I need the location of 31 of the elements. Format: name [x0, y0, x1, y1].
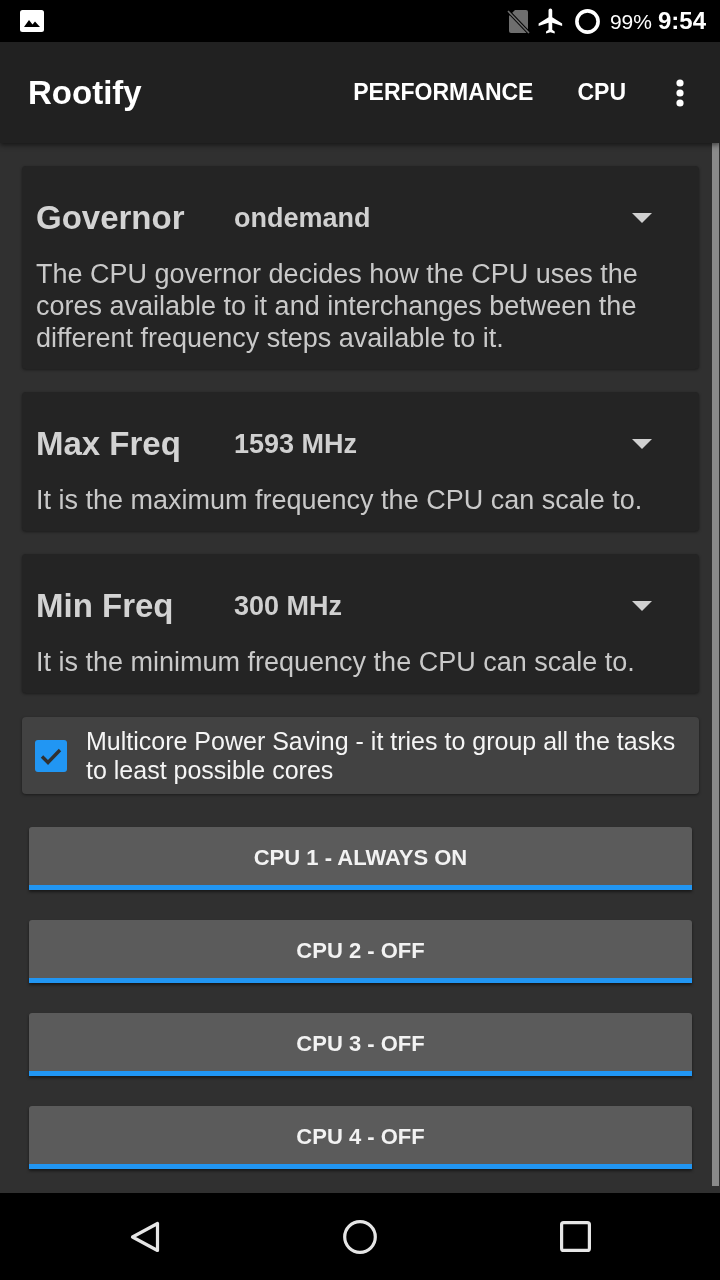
image-icon — [20, 10, 44, 32]
cpu-button[interactable]: CPU 1 - ALWAYS ON — [29, 827, 692, 890]
airplane-icon — [537, 8, 564, 34]
home-icon[interactable] — [343, 1219, 377, 1254]
setting-description: It is the maximum frequency the CPU can scale to. — [36, 484, 644, 516]
recents-icon[interactable] — [559, 1221, 591, 1252]
back-icon[interactable] — [130, 1220, 160, 1253]
setting-description: It is the minimum frequency the CPU can scale to. — [36, 646, 636, 678]
cpu-button[interactable]: CPU 3 - OFF — [29, 1013, 692, 1076]
dropdown[interactable]: 300 MHz — [234, 580, 685, 632]
toolbar-action[interactable]: PERFORMANCE — [353, 69, 534, 116]
ring-icon — [574, 8, 600, 34]
setting-description: The CPU governor decides how the CPU uses the cores available to it and interchanges between the different frequency steps available to it. — [36, 258, 639, 354]
cpu-button[interactable]: CPU 4 - OFF — [29, 1106, 692, 1169]
caret-icon — [632, 439, 652, 449]
dropdown[interactable]: 1593 MHz — [234, 418, 685, 470]
no-sim-icon — [506, 8, 530, 34]
caret-icon — [632, 601, 652, 611]
checkbox[interactable] — [35, 740, 67, 772]
setting-title: Min Freq — [36, 587, 175, 625]
cpu-button[interactable]: CPU 2 - OFF — [29, 920, 692, 983]
dropdown[interactable]: ondemand — [234, 192, 685, 244]
app-title: Rootify — [28, 73, 142, 112]
checkbox-label: Multicore Power Saving - it tries to group all the tasks to least possible cores — [86, 727, 677, 785]
setting-title: Governor — [36, 199, 186, 237]
toolbar-action[interactable]: CPU — [577, 69, 626, 116]
clock-time: 9:54 — [657, 9, 706, 33]
setting-title: Max Freq — [36, 425, 182, 463]
caret-icon — [632, 213, 652, 223]
overflow-menu-icon[interactable] — [676, 78, 684, 107]
battery-percent: 99% — [609, 10, 652, 32]
